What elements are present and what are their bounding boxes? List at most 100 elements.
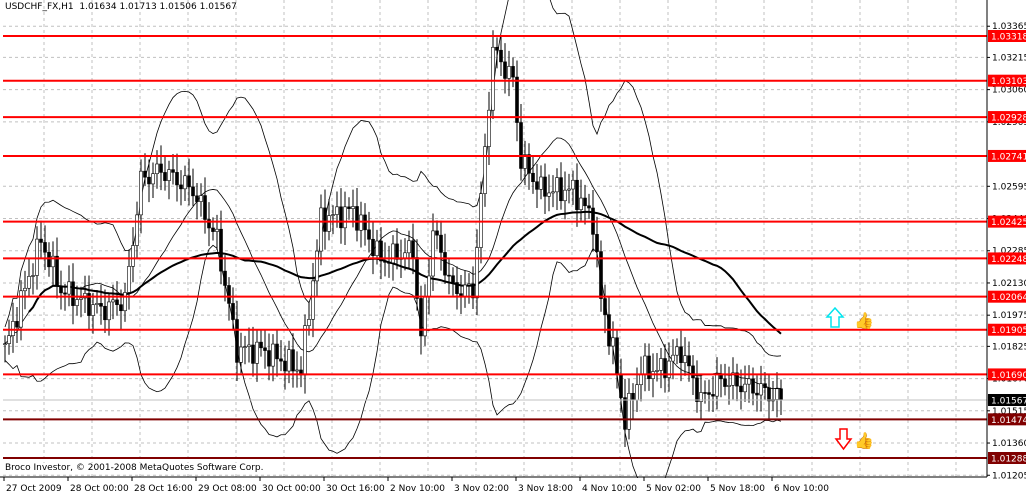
price-tick-label: 1.02595 xyxy=(992,182,1026,192)
candle-body xyxy=(91,304,95,316)
candle-body xyxy=(595,234,599,252)
candle-body xyxy=(411,240,415,258)
candle-body xyxy=(743,383,747,393)
candle-body xyxy=(511,66,515,78)
candle-body xyxy=(211,227,215,232)
candle-body xyxy=(319,207,323,252)
candle-body xyxy=(175,172,179,186)
candle-body xyxy=(151,173,155,185)
candle-body xyxy=(727,385,731,387)
candle-body xyxy=(671,354,675,362)
candle-body xyxy=(451,275,455,283)
candle-body xyxy=(703,392,707,394)
candle-body xyxy=(463,284,467,298)
thumbs-up-icon: 👍 xyxy=(854,431,874,450)
candle-body xyxy=(483,146,487,194)
candle-body xyxy=(615,337,619,375)
candle-body xyxy=(775,388,779,400)
candle-body xyxy=(439,234,443,253)
candle-body xyxy=(135,214,139,246)
copyright-text: Broco Investor, © 2001-2008 MetaQuotes S… xyxy=(5,463,264,473)
candle-body xyxy=(447,274,451,277)
candle-body xyxy=(39,238,43,243)
candle-body xyxy=(367,229,371,240)
candle-body xyxy=(15,321,19,328)
current-price-label: 1.01567 xyxy=(991,396,1026,406)
price-tick-label: 1.03215 xyxy=(992,53,1026,63)
candle-body xyxy=(539,176,543,190)
candle-body xyxy=(723,378,727,387)
candle-body xyxy=(179,184,183,190)
candle-body xyxy=(611,337,615,347)
candle-body xyxy=(187,175,191,188)
ohlc-values: 1.01634 1.01713 1.01506 1.01567 xyxy=(79,2,237,12)
time-tick-label: 5 Nov 18:00 xyxy=(710,484,765,494)
candle-body xyxy=(507,66,511,79)
candle-body xyxy=(95,303,99,305)
price-tick-label: 1.01975 xyxy=(992,311,1026,321)
candle-body xyxy=(231,303,235,320)
chart-window[interactable]: 👍👍1.033651.032151.030601.029051.025951.0… xyxy=(0,0,1026,495)
candle-body xyxy=(263,347,267,351)
candle-body xyxy=(475,247,479,299)
candle-body xyxy=(119,304,123,312)
candle-body xyxy=(131,245,135,267)
candle-body xyxy=(387,262,391,264)
candle-body xyxy=(155,163,159,175)
level-price-label: 1.03103 xyxy=(991,77,1026,87)
time-tick-label: 6 Nov 10:00 xyxy=(774,484,829,494)
candle-body xyxy=(519,122,523,169)
time-tick-label: 3 Nov 02:00 xyxy=(454,484,509,494)
time-tick-label: 28 Oct 16:00 xyxy=(134,484,193,494)
candle-body xyxy=(171,169,175,173)
candle-body xyxy=(79,297,83,300)
candle-body xyxy=(751,378,755,394)
candle-body xyxy=(7,335,11,344)
candle-body xyxy=(235,319,239,363)
candle-body xyxy=(583,197,587,207)
candle-body xyxy=(223,270,227,286)
candle-body xyxy=(47,251,51,268)
price-chart[interactable]: 👍👍1.033651.032151.030601.029051.025951.0… xyxy=(0,0,1026,495)
symbol-label: USDCHF_FX,H1 xyxy=(5,2,74,12)
candle-body xyxy=(55,255,59,287)
candle-body xyxy=(275,343,279,360)
candle-body xyxy=(219,228,223,272)
candle-body xyxy=(295,369,299,372)
candle-body xyxy=(71,281,75,306)
level-price-label: 1.02248 xyxy=(991,255,1026,265)
up-arrow-icon xyxy=(825,306,845,328)
candle-body xyxy=(427,275,431,297)
candle-body xyxy=(199,195,203,202)
candle-body xyxy=(655,370,659,372)
candle-body xyxy=(343,206,347,229)
candle-body xyxy=(587,205,591,209)
candle-body xyxy=(283,360,287,372)
candle-body xyxy=(67,281,71,295)
candle-body xyxy=(259,341,263,349)
candle-body xyxy=(243,346,247,348)
candle-body xyxy=(103,305,107,321)
candle-body xyxy=(239,346,243,363)
candle-body xyxy=(123,292,127,312)
level-price-label: 1.02928 xyxy=(991,114,1026,124)
time-tick-label: 30 Oct 16:00 xyxy=(326,484,385,494)
candle-body xyxy=(279,358,283,362)
candle-body xyxy=(627,392,631,430)
candle-body xyxy=(147,176,151,185)
candle-body xyxy=(443,252,447,276)
thumbs-up-icon: 👍 xyxy=(854,311,874,330)
candle-body xyxy=(107,301,111,321)
candle-body xyxy=(479,193,483,248)
candle-body xyxy=(75,299,79,306)
candle-body xyxy=(287,349,291,372)
down-arrow-icon xyxy=(834,428,853,451)
candle-body xyxy=(383,260,387,263)
candle-body xyxy=(551,191,555,194)
candle-body xyxy=(435,230,439,236)
candle-body xyxy=(623,397,627,430)
price-tick-label: 1.02130 xyxy=(992,279,1026,289)
time-tick-label: 27 Oct 2009 xyxy=(6,484,62,494)
candle-body xyxy=(755,392,759,396)
candle-body xyxy=(291,349,295,372)
